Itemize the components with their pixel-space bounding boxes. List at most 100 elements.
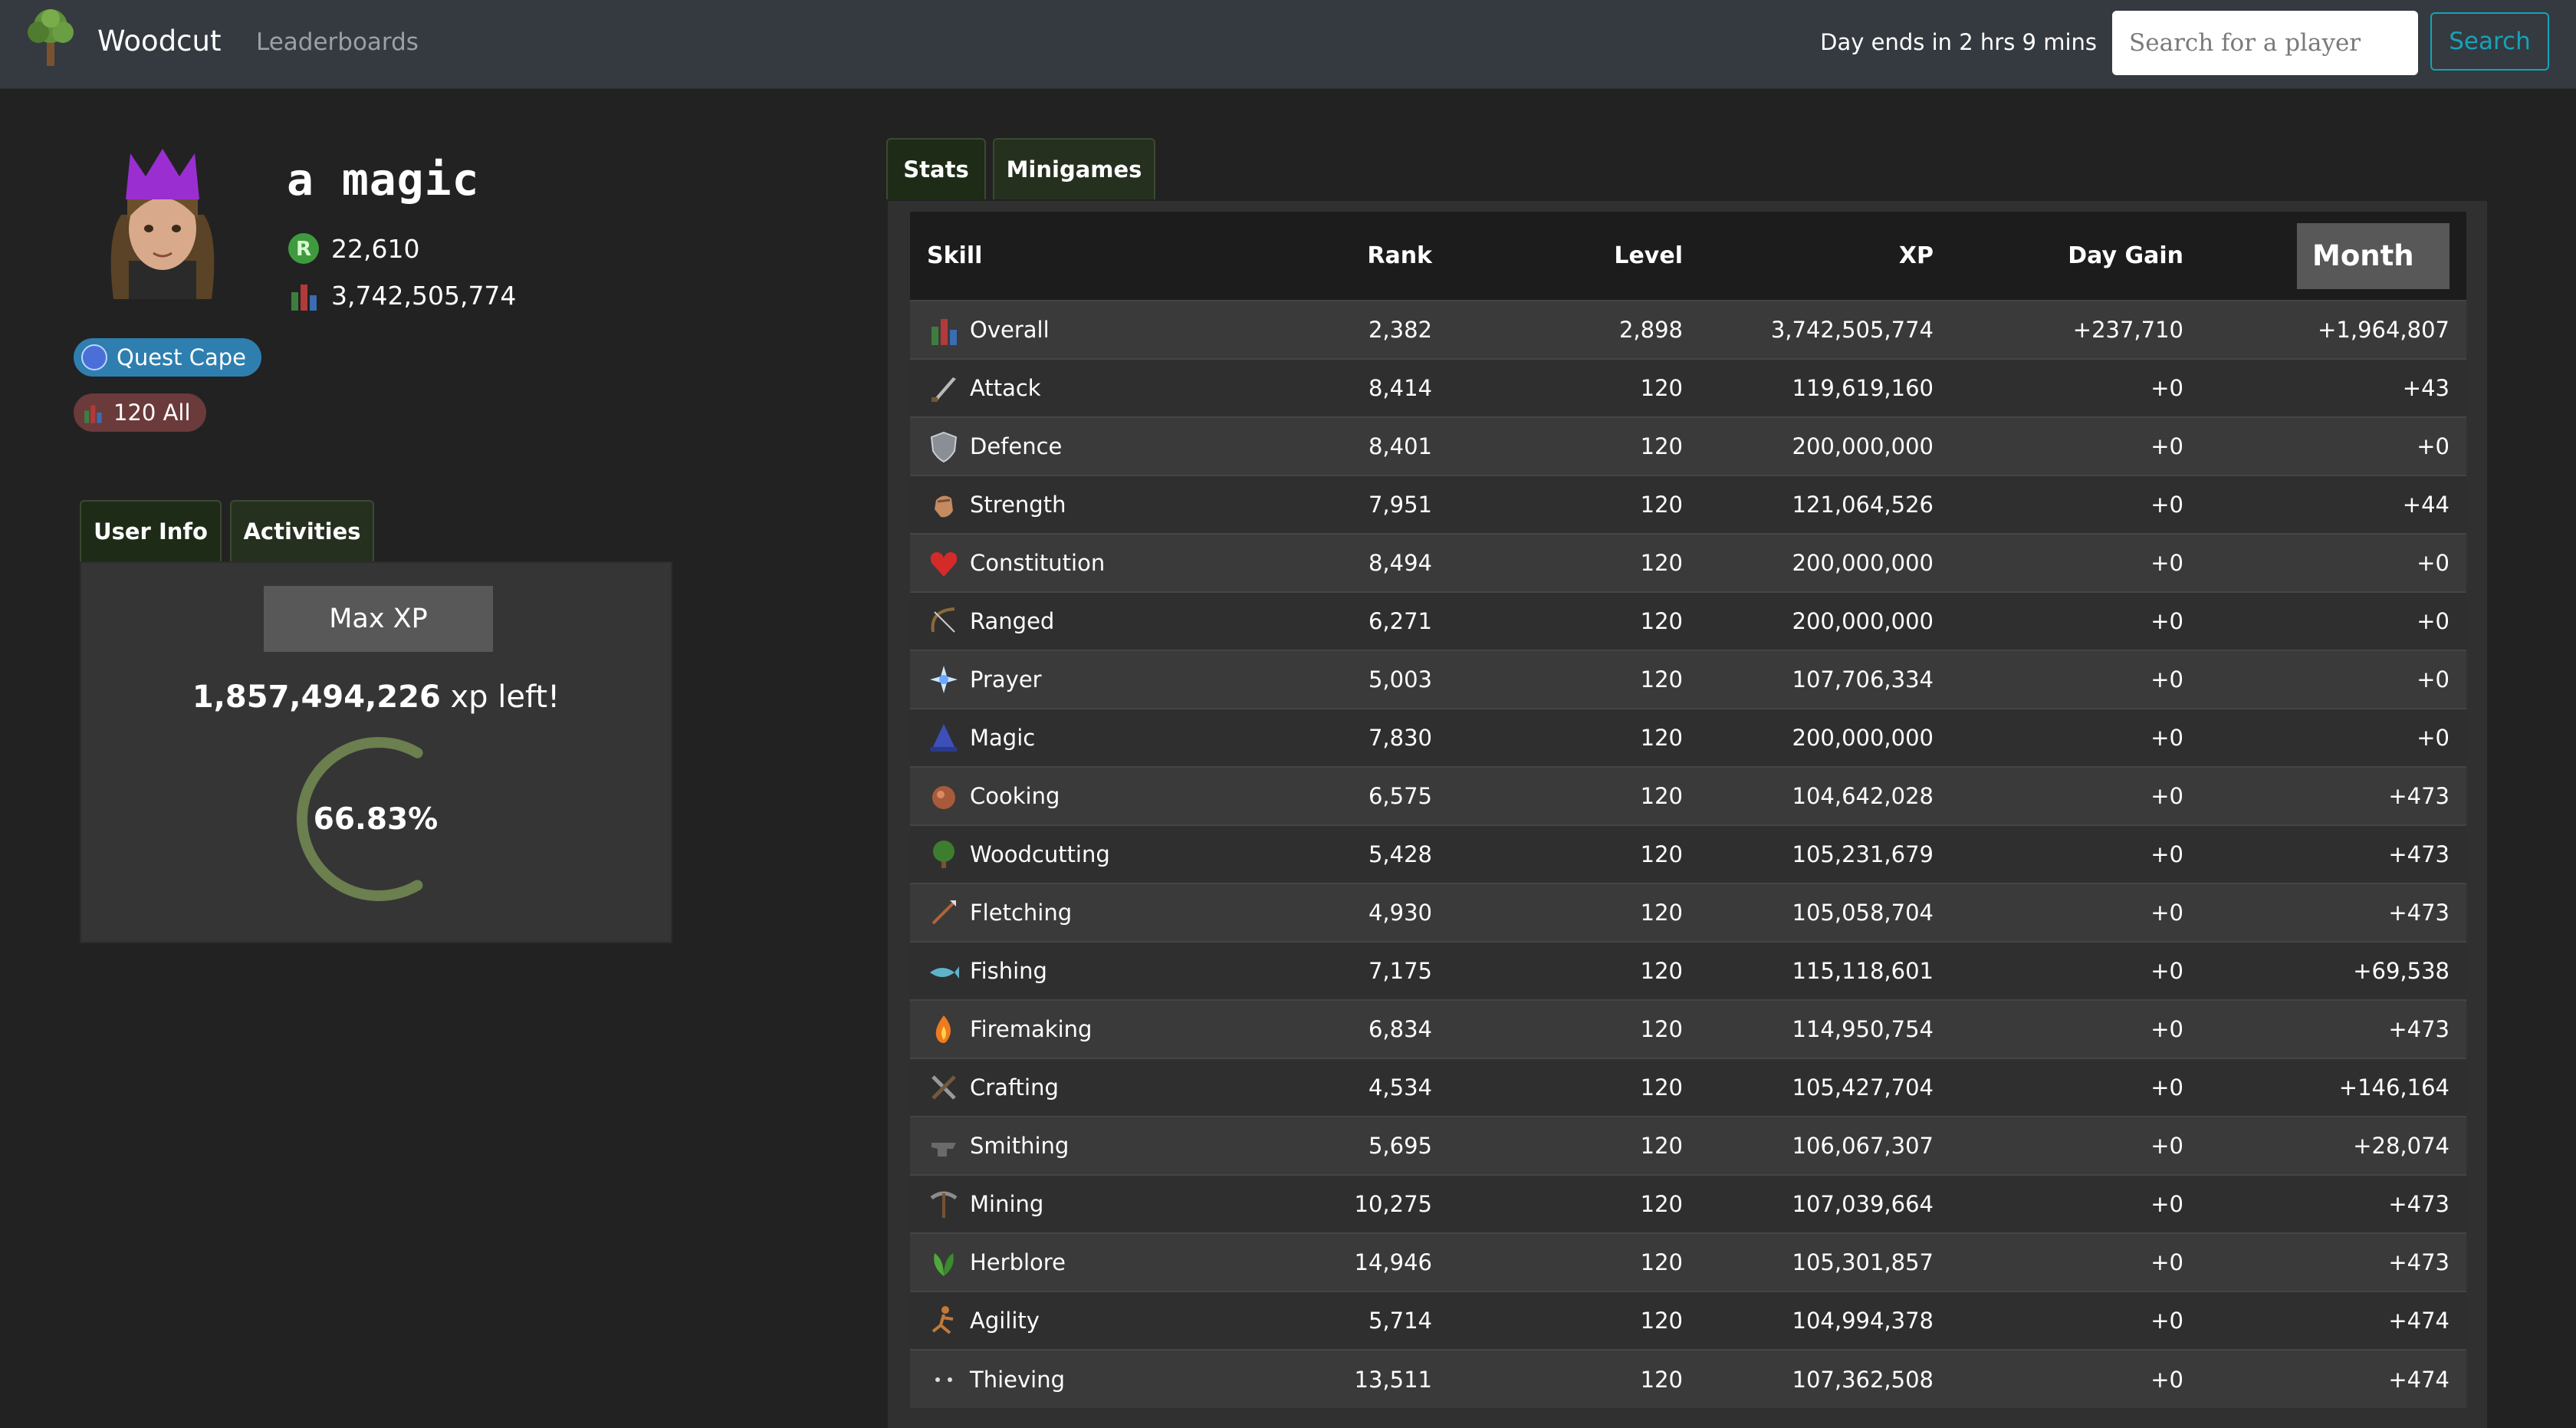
skill-name[interactable]: Strength [970,492,1066,518]
table-row[interactable]: Magic 7,830 120 200,000,000 +0 +0 [910,708,2466,767]
fishing-icon [930,966,959,979]
level-cell: 120 [1449,766,1700,825]
tab-activities[interactable]: Activities [230,500,374,561]
table-row[interactable]: Attack 8,414 120 119,619,160 +0 +43 [910,358,2466,417]
table-row[interactable]: Overall 2,382 2,898 3,742,505,774 +237,710 +1… [910,300,2466,359]
skill-name[interactable]: Firemaking [970,1016,1092,1042]
brand-name[interactable]: Woodcut [97,25,221,58]
prayer-icon [930,666,958,693]
period-gain-cell: +474 [2200,1349,2466,1408]
tree-logo-icon[interactable] [21,6,80,67]
period-gain-cell: +44 [2200,475,2466,534]
table-row[interactable]: Woodcutting 5,428 120 105,231,679 +0 +473 [910,824,2466,883]
skill-cell[interactable]: Agility [910,1291,1278,1350]
level-cell: 120 [1449,358,1700,417]
tab-minigames[interactable]: Minigames [993,138,1155,199]
overall-stats-icon [291,285,317,311]
skill-name[interactable]: Thieving [970,1367,1065,1393]
table-row[interactable]: Thieving 13,511 120 107,362,508 +0 +474 [910,1349,2466,1408]
skill-cell[interactable]: Herblore [910,1232,1278,1291]
skill-cell[interactable]: Defence [910,416,1278,475]
skill-cell[interactable]: Cooking [910,766,1278,825]
skill-name[interactable]: Fishing [970,958,1047,984]
xp-cell: 119,619,160 [1700,358,1950,417]
skill-name[interactable]: Magic [970,725,1035,751]
tab-user-info[interactable]: User Info [80,500,222,561]
table-row[interactable]: Fletching 4,930 120 105,058,704 +0 +473 [910,883,2466,942]
search-button[interactable]: Search [2430,12,2549,71]
runescore-line: R 22,610 [287,232,419,265]
skill-name[interactable]: Defence [970,433,1062,459]
skill-cell[interactable]: Crafting [910,1058,1278,1117]
skill-cell[interactable]: Fishing [910,941,1278,1000]
rank-cell: 7,951 [1278,475,1449,534]
table-row[interactable]: Constitution 8,494 120 200,000,000 +0 +0 [910,533,2466,592]
xp-cell: 104,994,378 [1700,1291,1950,1350]
skill-name[interactable]: Smithing [970,1133,1069,1159]
period-gain-cell: +473 [2200,766,2466,825]
table-row[interactable]: Cooking 6,575 120 104,642,028 +0 +473 [910,766,2466,825]
rank-cell: 2,382 [1278,300,1449,359]
skill-name[interactable]: Cooking [970,783,1060,809]
period-gain-cell: +474 [2200,1291,2466,1350]
table-row[interactable]: Herblore 14,946 120 105,301,857 +0 +473 [910,1232,2466,1291]
xp-cell: 105,058,704 [1700,883,1950,942]
skill-name[interactable]: Ranged [970,608,1054,634]
skill-cell[interactable]: Constitution [910,533,1278,592]
tab-stats[interactable]: Stats [886,138,986,199]
table-row[interactable]: Agility 5,714 120 104,994,378 +0 +474 [910,1291,2466,1350]
skill-cell[interactable]: Overall [910,300,1278,359]
rank-cell: 4,534 [1278,1058,1449,1117]
skill-cell[interactable]: Magic [910,708,1278,767]
day-gain-cell: +0 [1950,1058,2200,1117]
fletching-icon [932,900,956,925]
table-row[interactable]: Fishing 7,175 120 115,118,601 +0 +69,538 [910,941,2466,1000]
month-period-button[interactable]: Month [2297,222,2450,289]
level-cell: 120 [1449,708,1700,767]
day-gain-cell: +0 [1950,533,2200,592]
header-xp[interactable]: XP [1700,212,1950,301]
player-search-input[interactable] [2112,11,2418,75]
level-cell: 120 [1449,1291,1700,1350]
total-xp-line: 3,742,505,774 [287,278,516,312]
skill-cell[interactable]: Thieving [910,1349,1278,1408]
skill-cell[interactable]: Mining [910,1174,1278,1233]
rank-cell: 7,175 [1278,941,1449,1000]
skill-name[interactable]: Prayer [970,666,1042,693]
skill-cell[interactable]: Attack [910,358,1278,417]
table-row[interactable]: Prayer 5,003 120 107,706,334 +0 +0 [910,650,2466,709]
skill-cell[interactable]: Ranged [910,591,1278,650]
level-cell: 120 [1449,591,1700,650]
skill-cell[interactable]: Woodcutting [910,824,1278,883]
skill-name[interactable]: Constitution [970,550,1105,576]
skill-cell[interactable]: Firemaking [910,999,1278,1058]
period-gain-cell: +473 [2200,1232,2466,1291]
rank-cell: 8,401 [1278,416,1449,475]
table-row[interactable]: Defence 8,401 120 200,000,000 +0 +0 [910,416,2466,475]
skill-cell[interactable]: Fletching [910,883,1278,942]
level-cell: 120 [1449,824,1700,883]
skill-name[interactable]: Overall [970,317,1050,343]
skill-name[interactable]: Woodcutting [970,841,1110,867]
skill-name[interactable]: Mining [970,1191,1043,1217]
skill-name[interactable]: Attack [970,375,1041,401]
header-day-gain[interactable]: Day Gain [1950,212,2200,301]
xp-cell: 3,742,505,774 [1700,300,1950,359]
skill-name[interactable]: Agility [970,1308,1040,1334]
header-rank[interactable]: Rank [1278,212,1449,301]
table-row[interactable]: Ranged 6,271 120 200,000,000 +0 +0 [910,591,2466,650]
skill-cell[interactable]: Prayer [910,650,1278,709]
nav-link-leaderboards[interactable]: Leaderboards [256,28,419,56]
table-row[interactable]: Crafting 4,534 120 105,427,704 +0 +146,164 [910,1058,2466,1117]
skill-cell[interactable]: Smithing [910,1116,1278,1175]
max-xp-button[interactable]: Max XP [264,586,493,652]
table-row[interactable]: Mining 10,275 120 107,039,664 +0 +473 [910,1174,2466,1233]
table-row[interactable]: Firemaking 6,834 120 114,950,754 +0 +473 [910,999,2466,1058]
skill-name[interactable]: Crafting [970,1074,1059,1101]
table-row[interactable]: Smithing 5,695 120 106,067,307 +0 +28,074 [910,1116,2466,1175]
skill-name[interactable]: Fletching [970,900,1072,926]
header-level[interactable]: Level [1449,212,1700,301]
skill-cell[interactable]: Strength [910,475,1278,534]
skill-name[interactable]: Herblore [970,1249,1066,1275]
table-row[interactable]: Strength 7,951 120 121,064,526 +0 +44 [910,475,2466,534]
